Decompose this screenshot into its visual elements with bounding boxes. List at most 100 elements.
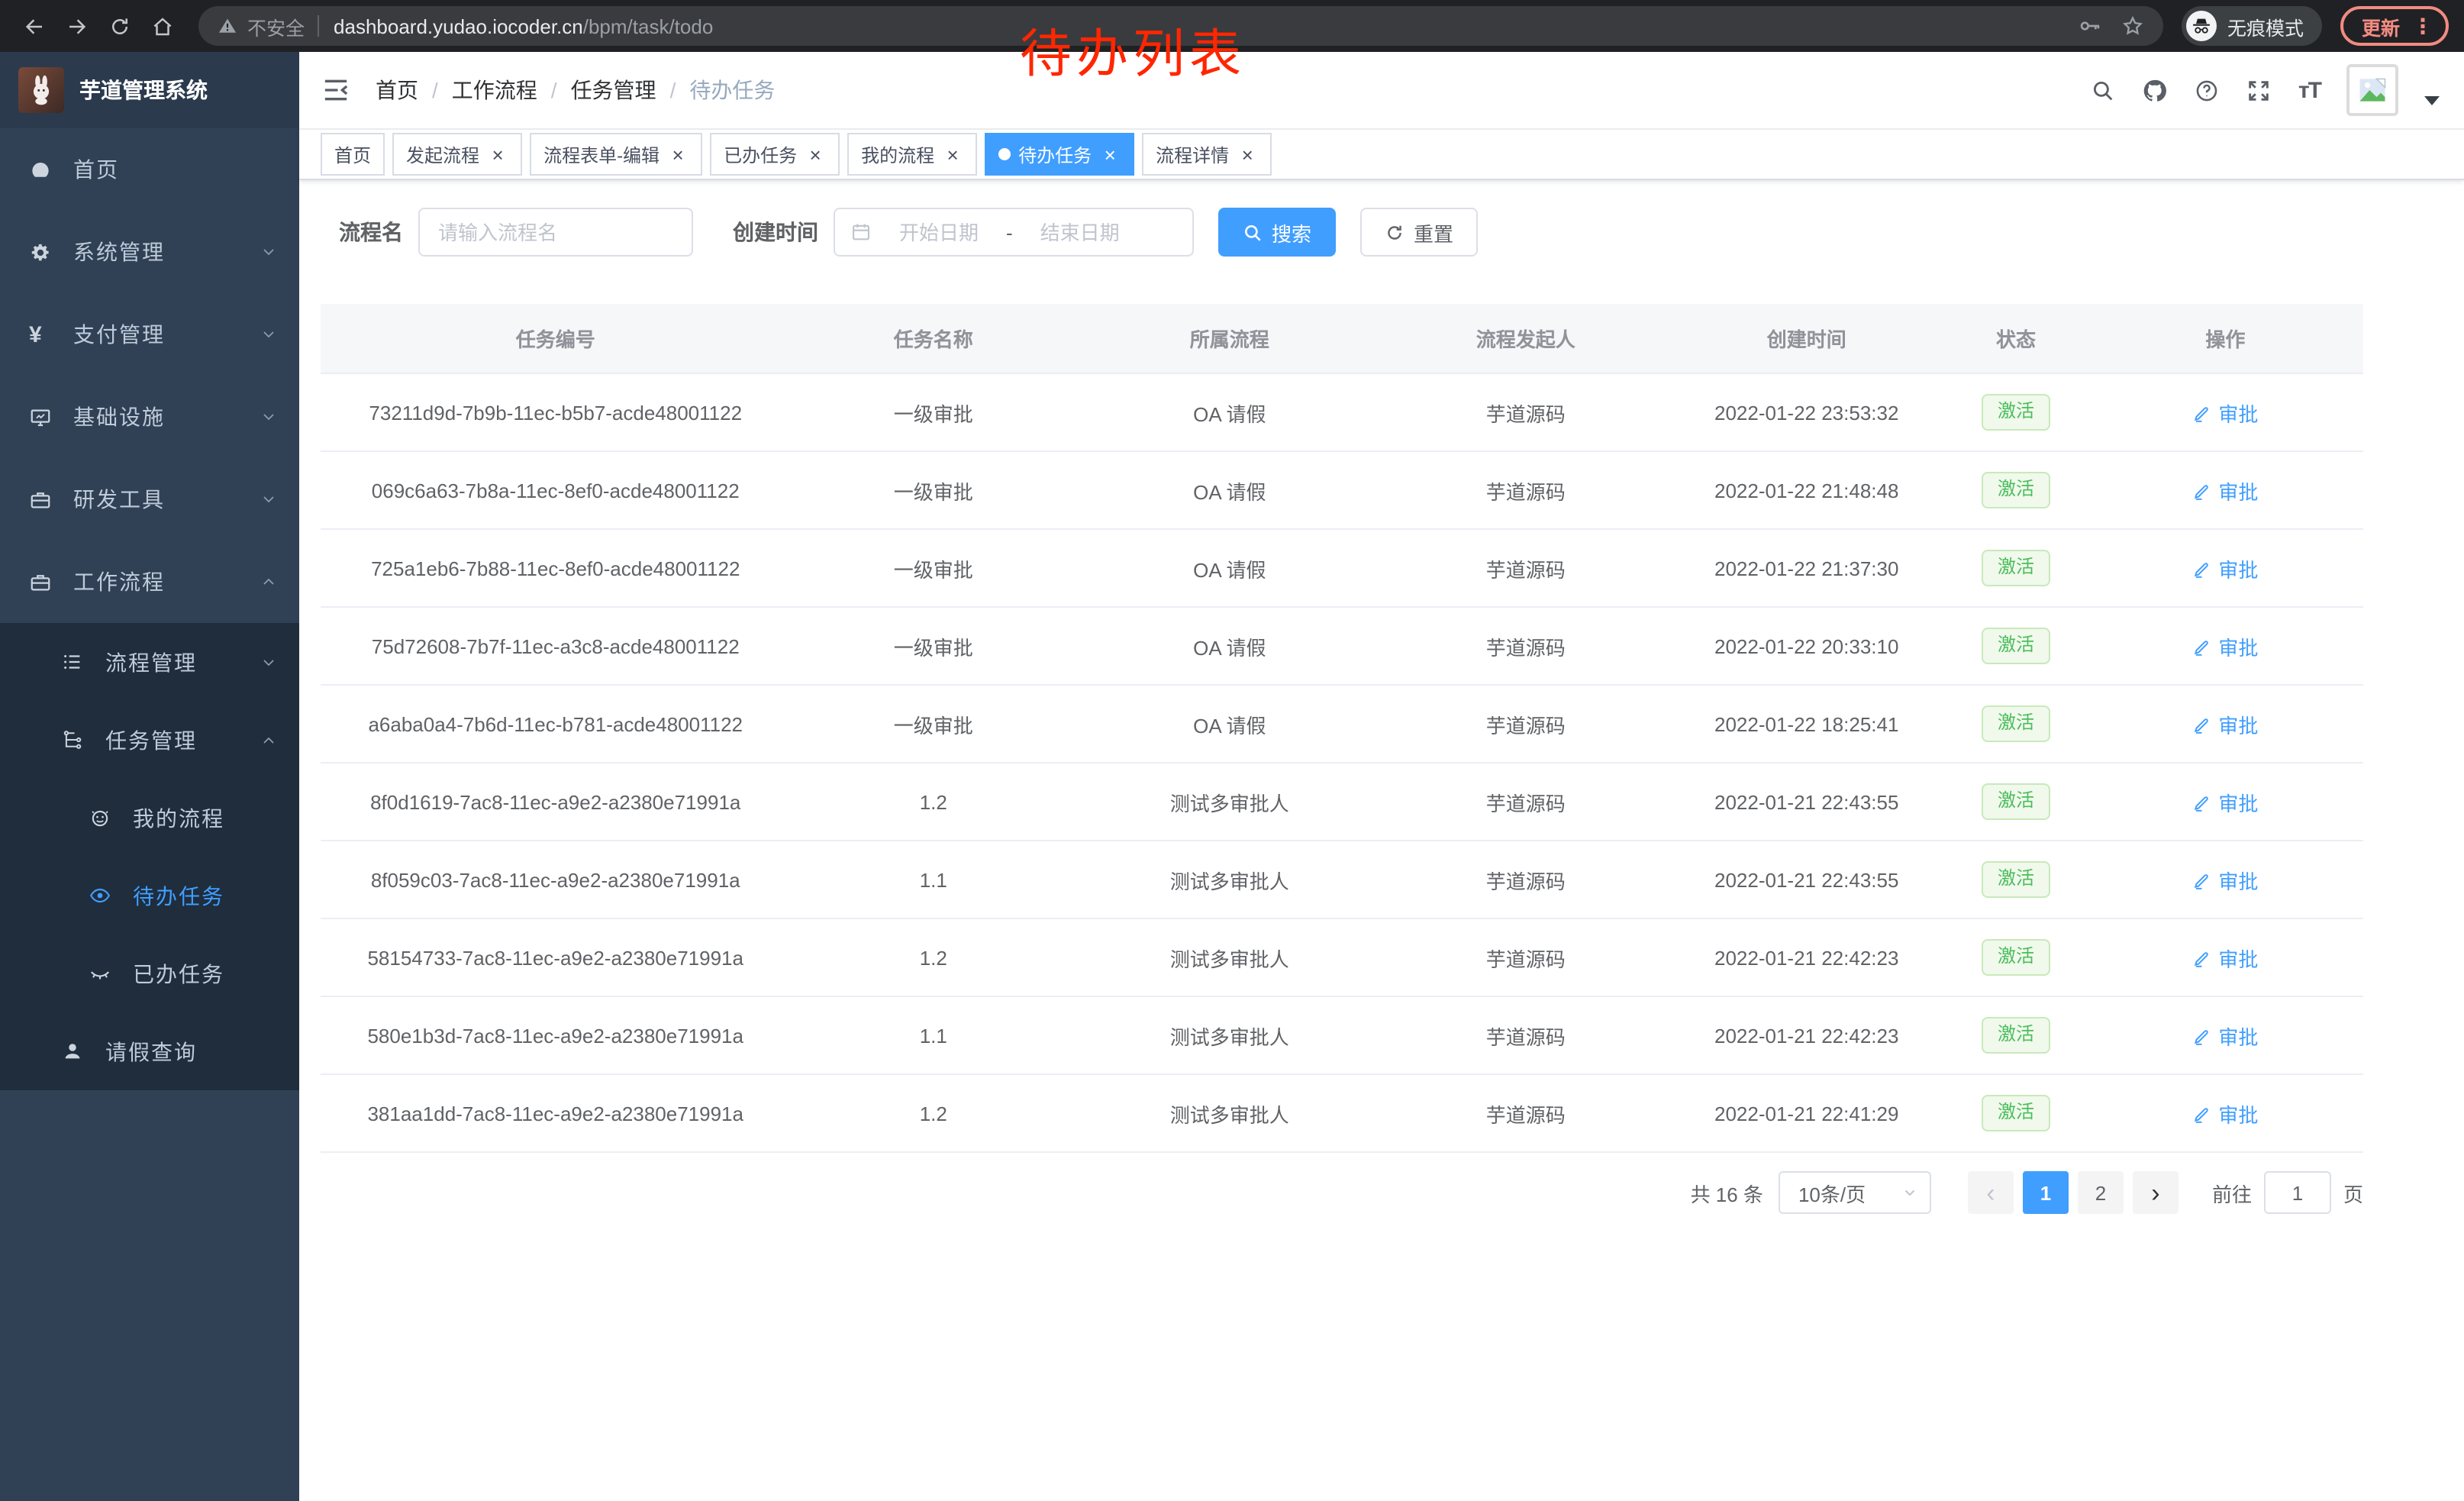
- edit-pen-icon: [2192, 1103, 2212, 1123]
- page-button-1[interactable]: 1: [2023, 1171, 2069, 1214]
- close-icon[interactable]: ×: [487, 144, 508, 165]
- breadcrumb-task-mgmt[interactable]: 任务管理: [571, 75, 656, 105]
- status-cell: 激活: [1944, 451, 2087, 529]
- sidebar-item-流程管理[interactable]: 流程管理: [0, 623, 299, 701]
- close-icon[interactable]: ×: [1099, 144, 1121, 165]
- breadcrumb-workflow[interactable]: 工作流程: [452, 75, 537, 105]
- reset-button[interactable]: 重置: [1360, 208, 1478, 257]
- browser-home-icon[interactable]: [144, 8, 180, 44]
- status-cell: 激活: [1944, 841, 2087, 918]
- app-logo[interactable]: 芋道管理系统: [0, 52, 299, 128]
- chevron-down-icon: [1901, 1183, 1919, 1202]
- address-bar[interactable]: 不安全 dashboard.yudao.iocoder.cn/bpm/task/…: [198, 6, 2163, 46]
- approve-link[interactable]: 审批: [2192, 631, 2258, 660]
- approve-link[interactable]: 审批: [2192, 865, 2258, 894]
- process-cell: 测试多审批人: [1076, 1074, 1382, 1152]
- approve-link[interactable]: 审批: [2192, 1021, 2258, 1050]
- starter-cell: 芋道源码: [1382, 685, 1669, 763]
- browser-forward-icon[interactable]: [58, 8, 95, 44]
- total-count: 共 16 条: [1691, 1178, 1763, 1207]
- tab-流程表单-编辑[interactable]: 流程表单-编辑 ×: [530, 133, 702, 176]
- task-id-cell: a6aba0a4-7b6d-11ec-b781-acde48001122: [321, 685, 790, 763]
- column-header: 状态: [1944, 304, 2087, 373]
- filter-form: 流程名 创建时间 - 搜索 重置: [339, 208, 2464, 257]
- sidebar-item-首页[interactable]: 首页: [0, 128, 299, 211]
- approve-link[interactable]: 审批: [2192, 554, 2258, 583]
- fullscreen-icon[interactable]: [2246, 77, 2272, 103]
- start-date-input[interactable]: [878, 219, 1000, 245]
- process-cell: 测试多审批人: [1076, 918, 1382, 996]
- briefcase-icon: [29, 570, 52, 593]
- tab-发起流程[interactable]: 发起流程 ×: [392, 133, 522, 176]
- approve-link[interactable]: 审批: [2192, 943, 2258, 972]
- sidebar-item-系统管理[interactable]: 系统管理: [0, 211, 299, 293]
- search-icon[interactable]: [2091, 77, 2117, 103]
- browser-menu-icon[interactable]: ⋮: [2412, 15, 2433, 37]
- approve-link[interactable]: 审批: [2192, 1099, 2258, 1128]
- process-name-input[interactable]: [418, 208, 693, 257]
- browser-update-button[interactable]: 更新 ⋮: [2340, 6, 2449, 46]
- table-row: a6aba0a4-7b6d-11ec-b781-acde48001122 一级审…: [321, 685, 2363, 763]
- user-icon: [61, 1040, 84, 1063]
- goto-page-input[interactable]: [2264, 1171, 2331, 1214]
- tab-首页[interactable]: 首页: [321, 133, 385, 176]
- bookmark-star-icon[interactable]: [2121, 14, 2145, 38]
- github-icon[interactable]: [2143, 77, 2169, 103]
- sidebar-item-我的流程[interactable]: 我的流程: [0, 779, 299, 857]
- avatar[interactable]: [2346, 64, 2398, 116]
- sidebar-item-任务管理[interactable]: 任务管理: [0, 701, 299, 779]
- security-label: 不安全: [247, 11, 305, 40]
- approve-link[interactable]: 审批: [2192, 787, 2258, 816]
- status-badge: 激活: [1982, 861, 2050, 897]
- process-cell: OA 请假: [1076, 685, 1382, 763]
- table-row: 58154733-7ac8-11ec-a9e2-a2380e71991a 1.2…: [321, 918, 2363, 996]
- breadcrumb-home[interactable]: 首页: [376, 75, 418, 105]
- edit-pen-icon: [2192, 480, 2212, 500]
- sidebar-item-请假查询[interactable]: 请假查询: [0, 1012, 299, 1090]
- sidebar-item-工作流程[interactable]: 工作流程: [0, 541, 299, 623]
- tab-已办任务[interactable]: 已办任务 ×: [710, 133, 840, 176]
- sidebar-item-支付管理[interactable]: ¥ 支付管理: [0, 293, 299, 376]
- create-time-cell: 2022-01-21 22:42:23: [1669, 918, 1944, 996]
- close-icon[interactable]: ×: [805, 144, 826, 165]
- sidebar-item-基础设施[interactable]: 基础设施: [0, 376, 299, 458]
- avatar-menu-caret-icon[interactable]: [2424, 96, 2440, 105]
- search-button[interactable]: 搜索: [1218, 208, 1336, 257]
- action-cell: 审批: [2088, 996, 2363, 1074]
- tab-待办任务[interactable]: 待办任务 ×: [985, 133, 1134, 176]
- approve-link[interactable]: 审批: [2192, 398, 2258, 427]
- action-cell: 审批: [2088, 1074, 2363, 1152]
- next-page-button[interactable]: ›: [2133, 1171, 2179, 1214]
- approve-link[interactable]: 审批: [2192, 476, 2258, 505]
- tab-我的流程[interactable]: 我的流程 ×: [847, 133, 977, 176]
- page-unit-label: 页: [2343, 1178, 2363, 1207]
- active-dot: [998, 148, 1011, 160]
- sidebar-collapse-icon[interactable]: [321, 75, 351, 105]
- end-date-input[interactable]: [1019, 219, 1141, 245]
- password-key-icon[interactable]: [2078, 14, 2102, 38]
- tab-流程详情[interactable]: 流程详情 ×: [1142, 133, 1272, 176]
- not-secure-warning-icon: [217, 15, 238, 37]
- search-icon: [1243, 222, 1263, 242]
- browser-reload-icon[interactable]: [101, 8, 137, 44]
- refresh-icon: [1385, 222, 1405, 242]
- sidebar-item-研发工具[interactable]: 研发工具: [0, 458, 299, 541]
- approve-link[interactable]: 审批: [2192, 709, 2258, 738]
- sidebar-item-已办任务[interactable]: 已办任务: [0, 934, 299, 1012]
- close-icon[interactable]: ×: [942, 144, 963, 165]
- table-header-row: 任务编号任务名称所属流程流程发起人创建时间状态操作: [321, 304, 2363, 373]
- font-size-icon[interactable]: тT: [2298, 77, 2320, 103]
- browser-back-icon[interactable]: [15, 8, 52, 44]
- page-size-select[interactable]: 10条/页: [1779, 1171, 1931, 1214]
- help-icon[interactable]: [2195, 77, 2221, 103]
- task-id-cell: 580e1b3d-7ac8-11ec-a9e2-a2380e71991a: [321, 996, 790, 1074]
- sidebar-item-待办任务[interactable]: 待办任务: [0, 857, 299, 934]
- page-button-2[interactable]: 2: [2078, 1171, 2124, 1214]
- close-icon[interactable]: ×: [667, 144, 689, 165]
- prev-page-button[interactable]: ‹: [1968, 1171, 2014, 1214]
- task-name-cell: 1.1: [790, 996, 1076, 1074]
- starter-cell: 芋道源码: [1382, 373, 1669, 451]
- close-icon[interactable]: ×: [1237, 144, 1258, 165]
- chevron-up-icon: [260, 731, 278, 749]
- date-range-picker[interactable]: -: [834, 208, 1194, 257]
